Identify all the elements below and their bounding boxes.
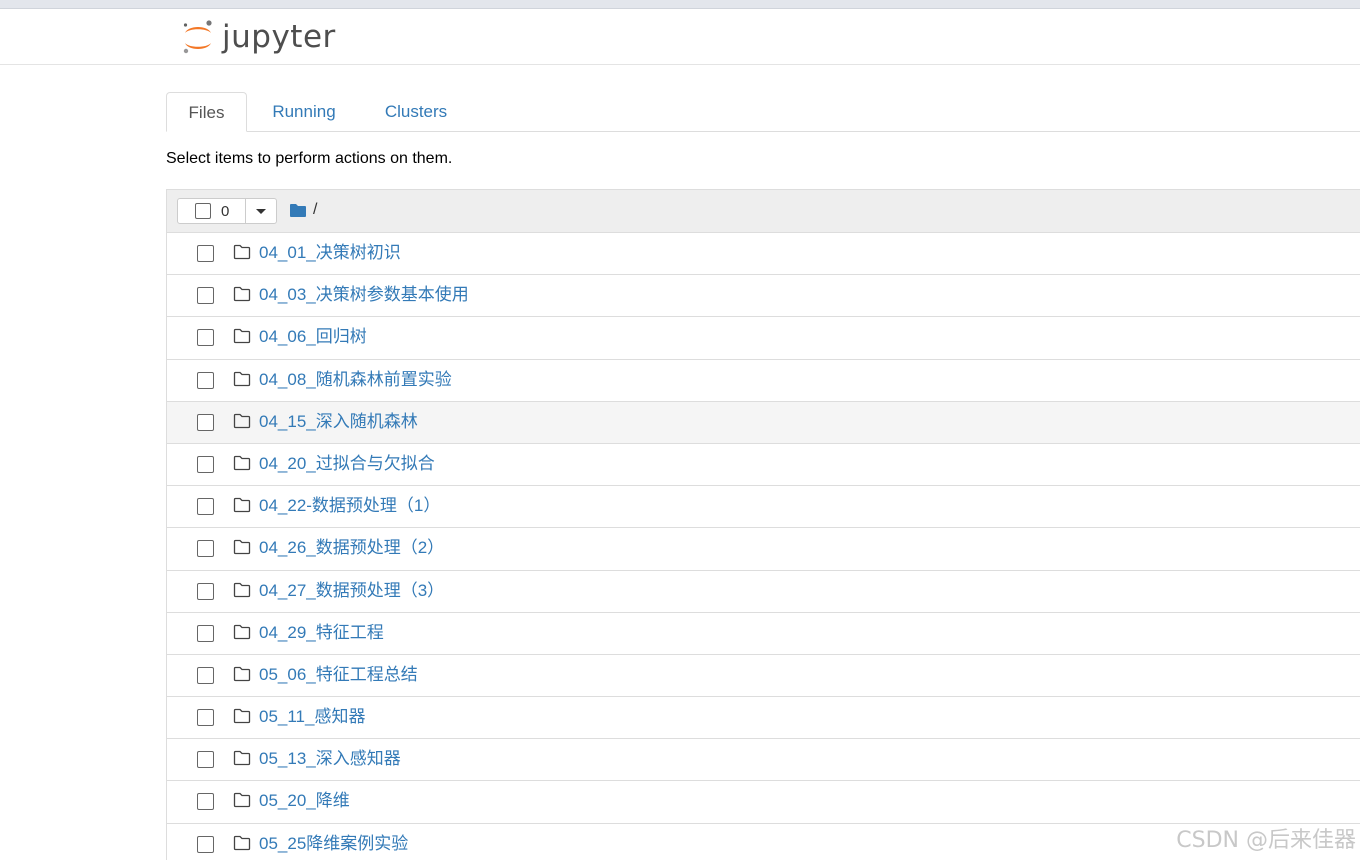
item-checkbox[interactable] (197, 371, 214, 389)
item-name-link[interactable]: 04_15_深入随机森林 (259, 402, 418, 442)
breadcrumb: / (289, 201, 317, 219)
folder-icon (233, 497, 251, 513)
item-name-link[interactable]: 05_06_特征工程总结 (259, 655, 418, 695)
breadcrumb-root[interactable]: / (313, 201, 317, 219)
item-checkbox[interactable] (197, 751, 214, 769)
selected-count: 0 (221, 202, 230, 220)
header: jupyter (0, 9, 1360, 65)
item-checkbox[interactable] (197, 793, 214, 811)
list-item[interactable]: 05_13_深入感知器 (167, 739, 1360, 782)
folder-icon (233, 329, 251, 344)
item-name-link[interactable]: 05_13_深入感知器 (259, 739, 401, 779)
item-checkbox[interactable] (197, 413, 214, 431)
item-checkbox[interactable] (197, 835, 214, 853)
item-checkbox[interactable] (197, 329, 214, 347)
browser-top-strip (0, 0, 1360, 9)
folder-icon (233, 751, 251, 766)
list-item[interactable]: 04_06_回归树 (167, 317, 1360, 360)
item-name-link[interactable]: 04_22-数据预处理（1） (259, 486, 440, 526)
folder-icon (233, 455, 251, 471)
item-name-link[interactable]: 04_06_回归树 (259, 317, 367, 357)
item-name-link[interactable]: 04_08_随机森林前置实验 (259, 360, 452, 400)
folder-solid-icon[interactable] (289, 203, 307, 218)
select-all-checkbox[interactable] (195, 203, 211, 219)
tab-bar: Files Running Clusters (166, 92, 1360, 132)
list-item[interactable]: 04_27_数据预处理（3） (167, 571, 1360, 613)
folder-icon (233, 371, 251, 386)
folder-icon (233, 835, 251, 850)
folder-icon (233, 540, 251, 555)
item-name-link[interactable]: 05_25降维案例实验 (259, 824, 408, 860)
item-checkbox[interactable] (197, 709, 214, 727)
folder-icon (233, 666, 251, 682)
file-list: 0 / 04_01_决策树初识 04_03_决策树参数基本使用 04_06_回归树 0… (166, 189, 1360, 860)
item-checkbox[interactable] (197, 245, 214, 262)
item-checkbox[interactable] (197, 540, 214, 558)
item-checkbox[interactable] (197, 624, 214, 642)
item-name-link[interactable]: 04_20_过拟合与欠拟合 (259, 444, 435, 484)
caret-down-icon (256, 208, 266, 214)
list-item[interactable]: 04_15_深入随机森林 (167, 401, 1360, 444)
list-item[interactable]: 04_03_决策树参数基本使用 (167, 275, 1360, 318)
item-name-link[interactable]: 04_27_数据预处理（3） (259, 571, 444, 611)
item-checkbox[interactable] (197, 287, 214, 305)
list-item[interactable]: 04_08_随机森林前置实验 (167, 360, 1360, 402)
list-item[interactable]: 05_06_特征工程总结 (167, 655, 1360, 698)
item-name-link[interactable]: 05_11_感知器 (259, 697, 365, 737)
folder-icon (233, 413, 251, 428)
tab-files[interactable]: Files (166, 92, 247, 132)
select-all-toggle[interactable]: 0 (178, 199, 246, 223)
list-item[interactable]: 04_20_过拟合与欠拟合 (167, 444, 1360, 487)
item-checkbox[interactable] (197, 582, 214, 600)
item-checkbox[interactable] (197, 498, 214, 516)
item-name-link[interactable]: 05_20_降维 (259, 781, 350, 821)
list-item[interactable]: 04_22-数据预处理（1） (167, 486, 1360, 529)
folder-icon (233, 244, 251, 260)
item-name-link[interactable]: 04_03_决策树参数基本使用 (259, 275, 469, 315)
item-checkbox[interactable] (197, 455, 214, 473)
list-item[interactable]: 04_01_决策树初识 (167, 233, 1360, 276)
item-checkbox[interactable] (197, 666, 214, 684)
list-item[interactable]: 04_26_数据预处理（2） (167, 528, 1360, 571)
file-rows: 04_01_决策树初识 04_03_决策树参数基本使用 04_06_回归树 04_08… (167, 233, 1360, 860)
list-item[interactable]: 04_29_特征工程 (167, 613, 1360, 655)
watermark: CSDN @后来佳器 (1176, 828, 1356, 853)
item-name-link[interactable]: 04_26_数据预处理（2） (259, 528, 444, 568)
item-name-link[interactable]: 04_29_特征工程 (259, 613, 384, 653)
file-list-header: 0 / (167, 190, 1360, 233)
list-item[interactable]: 05_11_感知器 (167, 697, 1360, 740)
selection-hint: Select items to perform actions on them. (166, 150, 453, 167)
logo-text: jupyter (222, 19, 336, 55)
select-all-group: 0 (177, 198, 277, 224)
select-dropdown-button[interactable] (246, 199, 276, 223)
list-item[interactable]: 05_20_降维 (167, 781, 1360, 824)
folder-icon (233, 582, 251, 597)
jupyter-logo-icon (183, 20, 212, 54)
folder-icon (233, 287, 251, 302)
tab-clusters[interactable]: Clusters (378, 92, 454, 131)
folder-icon (233, 708, 251, 724)
jupyter-logo[interactable]: jupyter (180, 16, 336, 58)
tab-running[interactable]: Running (264, 92, 344, 131)
folder-icon (233, 624, 251, 639)
folder-icon (233, 793, 251, 808)
item-name-link[interactable]: 04_01_决策树初识 (259, 233, 401, 273)
